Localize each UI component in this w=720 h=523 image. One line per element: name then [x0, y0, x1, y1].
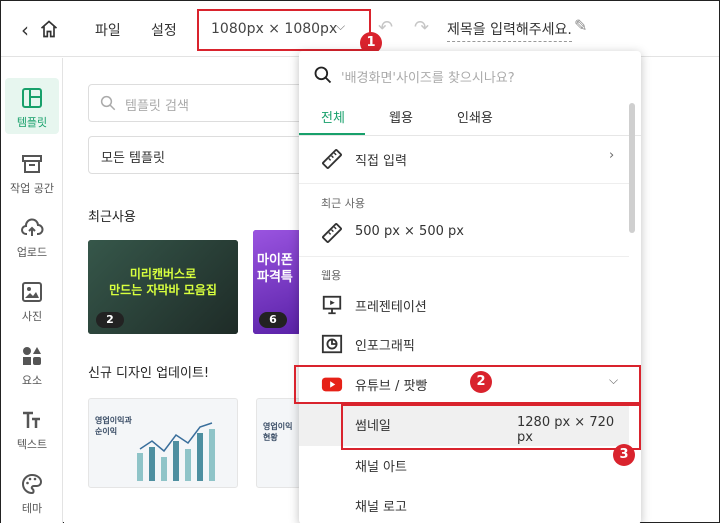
ruler-icon — [322, 223, 342, 243]
upload-cloud-icon — [21, 218, 44, 236]
template-search-input[interactable]: 템플릿 검색 — [88, 84, 328, 122]
size-search-input[interactable]: '배경화면'사이즈를 찾으시나요? — [341, 67, 515, 86]
sidebar-item-text[interactable]: 텍스트 — [1, 400, 63, 456]
redo-icon[interactable]: ↷ — [414, 17, 429, 38]
infographic-icon — [321, 334, 343, 354]
thumbnail-text: 미리캔버스로 만드는 자막바 모음집 — [109, 267, 217, 297]
size-selector[interactable]: 1080px × 1080px ⌵ — [197, 9, 371, 51]
sidebar-item-photo[interactable]: 사진 — [1, 272, 63, 328]
tab-web[interactable]: 웹용 — [389, 107, 413, 126]
thumbnail-text: 마이폰 파격특 — [257, 253, 293, 285]
recent-caption: 최근 사용 — [321, 197, 365, 210]
sidebar-item-template[interactable]: 템플릿 — [5, 78, 59, 134]
web-caption: 웹용 — [321, 269, 342, 282]
ruler-icon — [322, 149, 342, 169]
annotation-badge-3: 3 — [613, 444, 635, 466]
divider — [299, 256, 629, 257]
tab-print[interactable]: 인쇄용 — [457, 107, 493, 126]
text-icon — [23, 411, 40, 428]
sidebar-item-label: 업로드 — [16, 246, 48, 259]
chevron-down-icon: ⌵ — [336, 19, 346, 33]
pencil-icon[interactable]: ✎ — [574, 16, 587, 35]
sidebar-item-label: 작업 공간 — [10, 182, 54, 195]
direct-input-row[interactable]: 직접 입력 › — [299, 139, 629, 179]
new-template-1[interactable]: 영업이익과 순이익 — [88, 398, 238, 488]
presentation-label: 프레젠테이션 — [355, 300, 427, 315]
page-count-badge: 6 — [259, 312, 287, 328]
top-bar: ‹ 파일 설정 1080px × 1080px ⌵ 1 ↶ ↷ 제목을 입력해주… — [1, 1, 719, 57]
thumbnail-text: 영업이익 현황 — [263, 422, 293, 442]
annotation-box-thumbnail — [341, 404, 641, 450]
page-count-badge: 2 — [96, 312, 124, 328]
dropdown-scrollbar[interactable] — [629, 103, 635, 233]
template-filter-select[interactable]: 모든 템플릿 — [88, 136, 328, 174]
sidebar-item-label: 테마 — [21, 502, 43, 515]
divider — [299, 183, 629, 184]
chevron-left-icon[interactable]: ‹ — [21, 18, 29, 42]
channel-logo-row[interactable]: 채널 로고 — [299, 485, 629, 523]
annotation-badge-2: 2 — [470, 371, 492, 393]
palette-icon — [22, 473, 43, 495]
chevron-right-icon: › — [609, 148, 615, 163]
search-icon — [100, 95, 116, 111]
size-dropdown: '배경화면'사이즈를 찾으시나요? 전체 웹용 인쇄용 직접 입력 › 최근 사… — [299, 51, 641, 523]
presentation-icon — [322, 295, 342, 315]
new-design-section-title: 신규 디자인 업데이트! — [88, 366, 210, 381]
archive-icon — [22, 155, 42, 173]
sidebar-item-elements[interactable]: 요소 — [1, 336, 63, 392]
recent-size-label: 500 px × 500 px — [355, 224, 464, 239]
sidebar: 템플릿 작업 공간 업로드 사진 요소 텍스트 테마 — [1, 58, 63, 523]
recent-size-row[interactable]: 500 px × 500 px — [299, 213, 629, 253]
size-selector-label: 1080px × 1080px — [211, 21, 338, 37]
annotation-box-youtube — [294, 365, 641, 404]
sidebar-item-theme[interactable]: 테마 — [1, 464, 63, 520]
sidebar-item-label: 텍스트 — [16, 438, 48, 451]
search-placeholder: 템플릿 검색 — [125, 99, 189, 114]
tab-divider — [299, 135, 641, 136]
infographic-row[interactable]: 인포그래픽 — [299, 324, 629, 364]
tab-all[interactable]: 전체 — [321, 107, 345, 126]
sidebar-item-workspace[interactable]: 작업 공간 — [1, 144, 63, 200]
sidebar-item-label: 템플릿 — [16, 116, 48, 129]
recent-template-2[interactable]: 마이폰 파격특 6 — [253, 230, 301, 334]
infographic-label: 인포그래픽 — [355, 339, 415, 354]
sidebar-item-label: 사진 — [21, 310, 43, 323]
recent-template-1[interactable]: 미리캔버스로 만드는 자막바 모음집 2 — [88, 240, 238, 334]
presentation-row[interactable]: 프레젠테이션 — [299, 285, 629, 325]
shapes-icon — [23, 347, 41, 365]
channel-logo-label: 채널 로고 — [355, 500, 407, 515]
template-icon — [22, 88, 42, 108]
document-title[interactable]: 제목을 입력해주세요. — [447, 19, 572, 42]
template-panel: 템플릿 검색 모든 템플릿 최근사용 미리캔버스로 만드는 자막바 모음집 2 … — [64, 58, 328, 523]
menu-file[interactable]: 파일 — [95, 20, 121, 40]
direct-input-label: 직접 입력 — [355, 154, 407, 169]
channel-art-row[interactable]: 채널 아트 — [299, 445, 629, 485]
menu-settings[interactable]: 설정 — [151, 20, 177, 40]
undo-icon[interactable]: ↶ — [378, 17, 393, 38]
new-template-2[interactable]: 영업이익 현황 — [256, 398, 301, 488]
recent-section-title: 최근사용 — [88, 210, 136, 225]
channel-art-label: 채널 아트 — [355, 460, 407, 475]
sidebar-item-label: 요소 — [21, 374, 43, 387]
template-filter-label: 모든 템플릿 — [101, 151, 165, 166]
search-icon — [314, 66, 332, 84]
thumbnail-text: 영업이익과 순이익 — [95, 416, 132, 436]
bar-chart-graphic — [137, 422, 215, 481]
image-icon — [22, 282, 42, 302]
home-icon[interactable] — [39, 19, 59, 39]
sidebar-item-upload[interactable]: 업로드 — [1, 208, 63, 264]
